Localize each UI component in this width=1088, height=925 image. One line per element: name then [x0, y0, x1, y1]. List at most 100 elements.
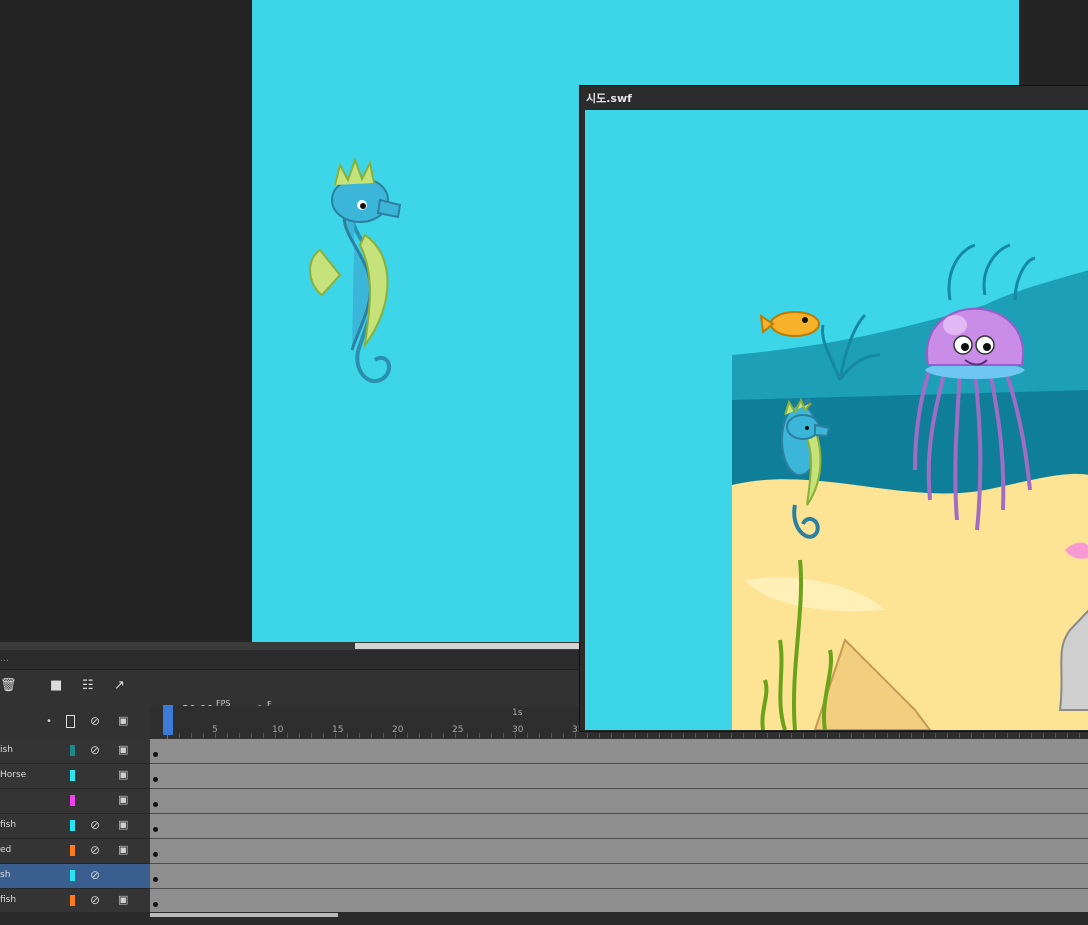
- layer-color-swatch[interactable]: [70, 870, 75, 881]
- frame-row[interactable]: [150, 814, 1088, 839]
- ocean-scene-illustration: [585, 110, 1088, 730]
- lock-icon[interactable]: ▣: [118, 818, 128, 831]
- layer-row[interactable]: ed ⊘ ▣: [0, 839, 150, 864]
- eye-off-icon[interactable]: ⊘: [90, 714, 100, 728]
- ruler-tick: [287, 733, 288, 738]
- frame-row[interactable]: [150, 889, 1088, 914]
- frame-row[interactable]: [150, 839, 1088, 864]
- ruler-tick: [995, 733, 996, 738]
- eye-off-icon[interactable]: ⊘: [90, 743, 100, 757]
- ruler-tick: [191, 733, 192, 738]
- ruler-tick: [815, 733, 816, 738]
- trash-icon[interactable]: 🗑: [0, 679, 17, 693]
- ruler-tick: [1019, 733, 1020, 738]
- ruler-tick: [383, 733, 384, 738]
- keyframe[interactable]: [153, 902, 158, 907]
- ruler-tick: [683, 733, 684, 738]
- eye-off-icon[interactable]: ⊘: [90, 818, 100, 832]
- ruler-tick: [527, 733, 528, 738]
- camera-icon[interactable]: ■: [50, 679, 62, 693]
- ruler-tick: [611, 733, 612, 738]
- ruler-tick: [263, 733, 264, 738]
- parent-layer-icon[interactable]: ☷: [82, 679, 94, 693]
- layer-name: ed: [0, 845, 12, 855]
- ruler-tick: [959, 733, 960, 738]
- ruler-number: 25: [452, 725, 464, 735]
- layer-row[interactable]: fish ⊘ ▣: [0, 889, 150, 914]
- layer-color-swatch[interactable]: [70, 820, 75, 831]
- eye-off-icon[interactable]: ⊘: [90, 843, 100, 857]
- frame-row[interactable]: [150, 739, 1088, 764]
- ruler-tick: [659, 733, 660, 738]
- ruler-tick: [479, 733, 480, 738]
- keyframe[interactable]: [153, 827, 158, 832]
- timeline-scrollbar-thumb[interactable]: [150, 913, 338, 917]
- ruler-tick: [587, 733, 588, 738]
- ruler-tick: [923, 733, 924, 738]
- timeline-scrollbar[interactable]: [0, 912, 1088, 925]
- ruler-tick: [359, 733, 360, 738]
- seahorse-graphic[interactable]: [300, 155, 410, 405]
- ruler-tick: [743, 733, 744, 738]
- ruler-tick: [971, 733, 972, 738]
- ruler-tick: [1079, 733, 1080, 738]
- ruler-number: 20: [392, 725, 404, 735]
- swf-preview-window[interactable]: 시도.swf: [579, 85, 1088, 732]
- ruler-tick: [851, 733, 852, 738]
- scrollbar-thumb[interactable]: [355, 643, 580, 649]
- eye-off-icon[interactable]: ⊘: [90, 893, 100, 907]
- keyframe[interactable]: [153, 877, 158, 882]
- layer-color-swatch[interactable]: [70, 845, 75, 856]
- layer-name: fish: [0, 895, 17, 905]
- layer-name: sh: [0, 870, 11, 880]
- lock-icon[interactable]: ▣: [118, 714, 128, 727]
- playhead[interactable]: [163, 705, 173, 735]
- highlight-dot-icon[interactable]: •: [46, 716, 52, 727]
- keyframe[interactable]: [153, 777, 158, 782]
- ruler-tick: [251, 733, 252, 738]
- frame-row[interactable]: [150, 764, 1088, 789]
- layer-color-swatch[interactable]: [70, 770, 75, 781]
- layer-row[interactable]: Horse ▣: [0, 764, 150, 789]
- frame-row[interactable]: [150, 864, 1088, 889]
- lock-icon[interactable]: ▣: [118, 768, 128, 781]
- ruler-tick: [539, 733, 540, 738]
- ruler-tick: [203, 733, 204, 738]
- ruler-tick: [695, 733, 696, 738]
- layer-row[interactable]: ▣: [0, 789, 150, 814]
- layer-row[interactable]: ish ⊘ ▣: [0, 739, 150, 764]
- outline-icon[interactable]: [66, 715, 75, 728]
- lock-icon[interactable]: ▣: [118, 743, 128, 756]
- layer-color-swatch[interactable]: [70, 795, 75, 806]
- ruler-tick: [791, 733, 792, 738]
- layer-row[interactable]: fish ⊘ ▣: [0, 814, 150, 839]
- ruler-tick: [443, 733, 444, 738]
- graph-icon[interactable]: ↗: [114, 679, 125, 693]
- layer-row[interactable]: sh ⊘: [0, 864, 150, 889]
- ruler-tick: [671, 733, 672, 738]
- ruler-number: 30: [512, 725, 524, 735]
- layer-color-swatch[interactable]: [70, 745, 75, 756]
- ruler-tick: [299, 733, 300, 738]
- lock-icon[interactable]: ▣: [118, 793, 128, 806]
- frame-row[interactable]: [150, 789, 1088, 814]
- eye-off-icon[interactable]: ⊘: [90, 868, 100, 882]
- swf-scene: [585, 110, 1088, 730]
- stage-scrollbar[interactable]: [0, 642, 580, 650]
- ruler-number: 5: [212, 725, 218, 735]
- ruler-tick: [431, 733, 432, 738]
- lock-icon[interactable]: ▣: [118, 843, 128, 856]
- layer-color-swatch[interactable]: [70, 895, 75, 906]
- ruler-tick: [935, 733, 936, 738]
- keyframe[interactable]: [153, 802, 158, 807]
- ruler-tick: [947, 733, 948, 738]
- keyframe[interactable]: [153, 752, 158, 757]
- keyframe[interactable]: [153, 852, 158, 857]
- ruler-number: 15: [332, 725, 344, 735]
- lock-icon[interactable]: ▣: [118, 893, 128, 906]
- ruler-tick: [803, 733, 804, 738]
- ruler-tick: [839, 733, 840, 738]
- swf-window-title: 시도.swf: [586, 92, 632, 105]
- ruler-tick: [551, 733, 552, 738]
- ruler-tick: [899, 733, 900, 738]
